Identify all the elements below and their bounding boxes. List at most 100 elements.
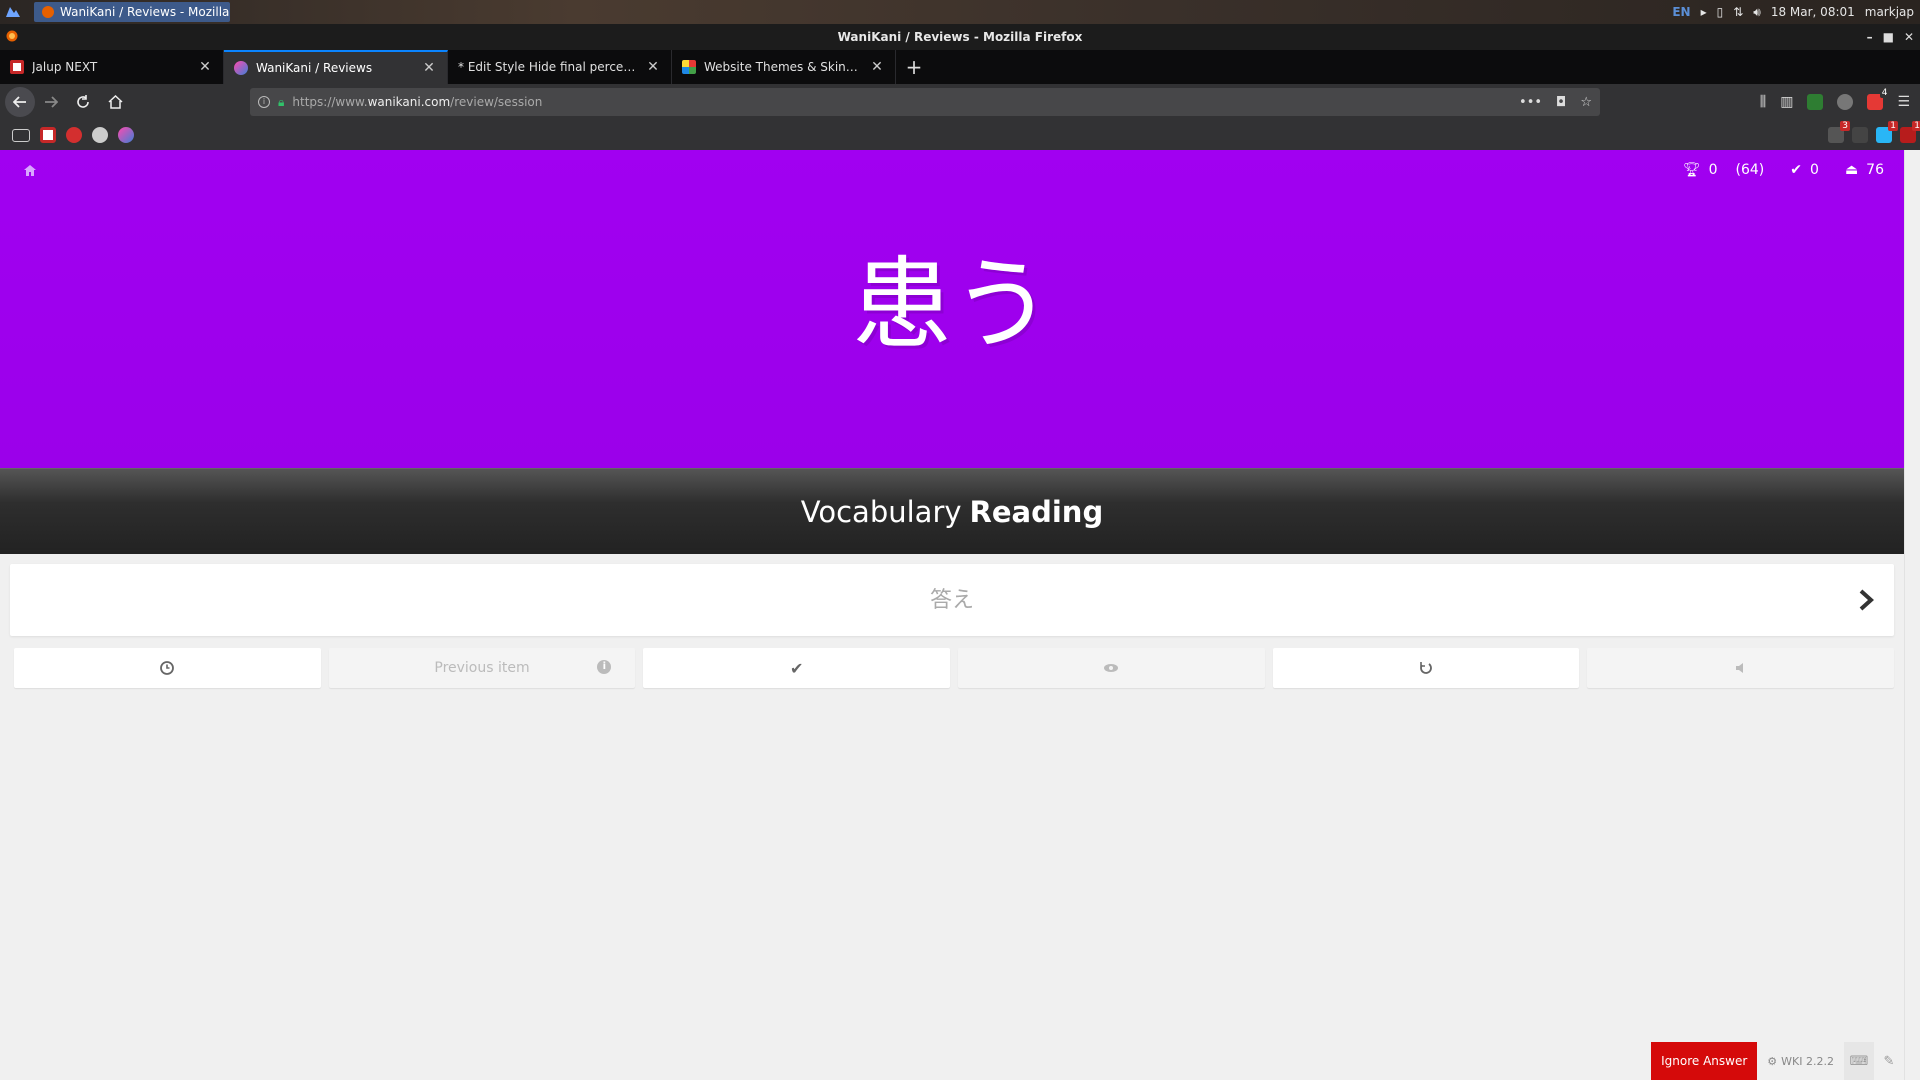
url-bar[interactable]: i 🔒︎ https://www.wanikani.com/review/ses… xyxy=(250,88,1600,116)
reload-icon xyxy=(77,95,89,108)
tab-label: Jalup NEXT xyxy=(32,60,98,74)
tab-jalup-next[interactable]: Jalup NEXT ✕ xyxy=(0,50,224,84)
shield-extension-icon[interactable] xyxy=(1807,94,1824,110)
clock-icon xyxy=(160,661,175,675)
close-icon[interactable]: ✕ xyxy=(1904,30,1914,44)
window-title-bar: WaniKani / Reviews - Mozilla Firefox – ■… xyxy=(0,24,1920,50)
library-icon[interactable]: ⫼ xyxy=(1760,94,1766,110)
correct-rate-value: 0 xyxy=(1708,162,1718,178)
clock[interactable]: 18 Mar, 08:01 xyxy=(1771,5,1855,19)
blue-extension-icon[interactable]: 1 xyxy=(1876,121,1898,143)
bookmark-star-icon[interactable]: ☆ xyxy=(1580,95,1592,110)
tab-close-icon[interactable]: ✕ xyxy=(869,59,885,75)
chevron-right-icon xyxy=(1859,589,1874,611)
grey-extension-icon[interactable] xyxy=(1837,94,1854,110)
eye-icon xyxy=(1104,664,1119,672)
reload-button[interactable] xyxy=(67,86,99,118)
hamburger-menu-icon[interactable]: ☰ xyxy=(1897,94,1910,110)
tab-wanikani-reviews[interactable]: WaniKani / Reviews ✕ xyxy=(224,50,448,84)
retype-button[interactable] xyxy=(1272,648,1580,688)
tab-close-icon[interactable]: ✕ xyxy=(197,59,213,75)
audio-button[interactable] xyxy=(1587,648,1895,688)
sidebar-icon[interactable]: ▥ xyxy=(1780,94,1793,110)
forward-button[interactable] xyxy=(35,86,67,118)
question-kind: Reading xyxy=(969,494,1104,529)
new-tab-button[interactable]: + xyxy=(896,50,932,84)
inbox-icon: ⏏ xyxy=(1844,162,1859,178)
overflow-extension-icon[interactable] xyxy=(1852,127,1868,143)
question-type-bar: Vocabulary Reading xyxy=(0,468,1904,554)
site-info-icon[interactable]: i xyxy=(258,96,270,108)
remaining-stat: ⏏ 76 xyxy=(1845,162,1884,178)
network-icon[interactable]: ⇅ xyxy=(1733,5,1743,19)
keyboard-layout-indicator[interactable]: EN xyxy=(1672,5,1690,19)
remaining-count: 76 xyxy=(1866,162,1884,178)
bookmark-red-icon[interactable] xyxy=(66,127,82,143)
completed-stat: ✔ 0 xyxy=(1790,162,1819,178)
gears-icon: ⚙ xyxy=(1767,1054,1778,1068)
item-info-button[interactable]: ✔ xyxy=(643,648,951,688)
completed-count: 0 xyxy=(1810,162,1819,178)
clipboard-icon[interactable]: ▯ xyxy=(1717,5,1724,19)
url-prefix: https://www. xyxy=(292,95,368,109)
jalup-favicon xyxy=(10,60,24,74)
pencil-icon[interactable]: ✎ xyxy=(1874,1042,1904,1080)
tab-website-themes[interactable]: Website Themes & Skins by S ✕ xyxy=(672,50,896,84)
extension-badge: 4 xyxy=(1879,88,1890,98)
bookmarks-toolbar: 3 1 1 xyxy=(0,120,1920,150)
answer-input[interactable] xyxy=(52,570,1852,630)
tab-close-icon[interactable]: ✕ xyxy=(421,60,437,76)
wanikani-review-page: 🏆︎ 0 (64) ✔ 0 ⏏ 76 患う Vocabulary Reading xyxy=(0,150,1904,1080)
additional-content-buttons: Previous item i ✔ xyxy=(14,648,1895,688)
os-menu-icon[interactable] xyxy=(0,0,26,24)
user-name[interactable]: markjap xyxy=(1865,5,1914,19)
pocket-icon[interactable]: ◘ xyxy=(1556,95,1566,110)
taskbar-window-title: WaniKani / Reviews - Mozilla ... xyxy=(60,5,230,19)
review-character: 患う xyxy=(852,246,1052,363)
bookmark-jalup-icon[interactable] xyxy=(40,127,56,143)
tab-close-icon[interactable]: ✕ xyxy=(645,59,661,75)
home-icon[interactable] xyxy=(24,164,36,180)
back-button[interactable] xyxy=(5,87,35,117)
check-icon: ✔ xyxy=(789,658,804,678)
red-extension-icon[interactable]: 4 xyxy=(1867,88,1890,110)
last-items-button[interactable] xyxy=(14,648,321,688)
userstyles-favicon xyxy=(682,60,696,74)
url-path: /review/session xyxy=(450,95,543,109)
trophy-icon: 🏆︎ xyxy=(1682,162,1701,178)
character-panel: 🏆︎ 0 (64) ✔ 0 ⏏ 76 患う xyxy=(0,150,1904,468)
extension-badge: 1 xyxy=(1912,121,1920,131)
tray-expand-icon[interactable]: ▸ xyxy=(1701,5,1707,19)
forward-arrow-icon xyxy=(45,96,58,108)
navigation-toolbar: i 🔒︎ https://www.wanikani.com/review/ses… xyxy=(0,84,1920,120)
ignore-answer-button[interactable]: Ignore Answer xyxy=(1651,1042,1758,1080)
home-button[interactable] xyxy=(99,86,131,118)
previous-item-label: Previous item xyxy=(434,660,530,676)
volume-icon[interactable]: 🔊︎ xyxy=(1753,5,1761,20)
url-domain: wanikani.com xyxy=(367,95,451,109)
minimize-icon[interactable]: – xyxy=(1867,30,1873,44)
extension-badge: 1 xyxy=(1888,121,1898,131)
answer-form xyxy=(10,564,1894,636)
red-extension-icon[interactable]: 1 xyxy=(1900,121,1920,143)
page-scrollbar[interactable] xyxy=(1904,150,1920,1080)
tab-edit-style[interactable]: * Edit Style Hide final percentage ✕ xyxy=(448,50,672,84)
bookmark-folder-icon[interactable] xyxy=(12,128,30,142)
lock-icon: 🔒︎ xyxy=(278,94,285,109)
keyboard-icon[interactable]: ⌨ xyxy=(1844,1042,1874,1080)
wki-settings-button[interactable]: ⚙ WKI 2.2.2 xyxy=(1757,1042,1844,1080)
submit-answer-button[interactable] xyxy=(1846,580,1886,620)
page-actions-icon[interactable]: ••• xyxy=(1519,95,1542,110)
correct-total-value: (64) xyxy=(1735,162,1765,178)
show-answer-button[interactable] xyxy=(958,648,1265,688)
firefox-icon xyxy=(42,6,54,18)
maximize-icon[interactable]: ■ xyxy=(1883,30,1894,44)
bookmark-globe-icon[interactable] xyxy=(92,127,108,143)
previous-item-button[interactable]: Previous item i xyxy=(328,648,636,688)
toolbar-extension-icon[interactable]: 3 xyxy=(1828,121,1850,143)
firefox-icon xyxy=(6,30,18,45)
check-icon: ✔ xyxy=(1790,162,1803,178)
taskbar-window-button[interactable]: WaniKani / Reviews - Mozilla ... xyxy=(34,2,230,22)
url-text[interactable]: https://www.wanikani.com/review/session xyxy=(292,95,1511,109)
bookmark-wanikani-icon[interactable] xyxy=(118,127,134,143)
